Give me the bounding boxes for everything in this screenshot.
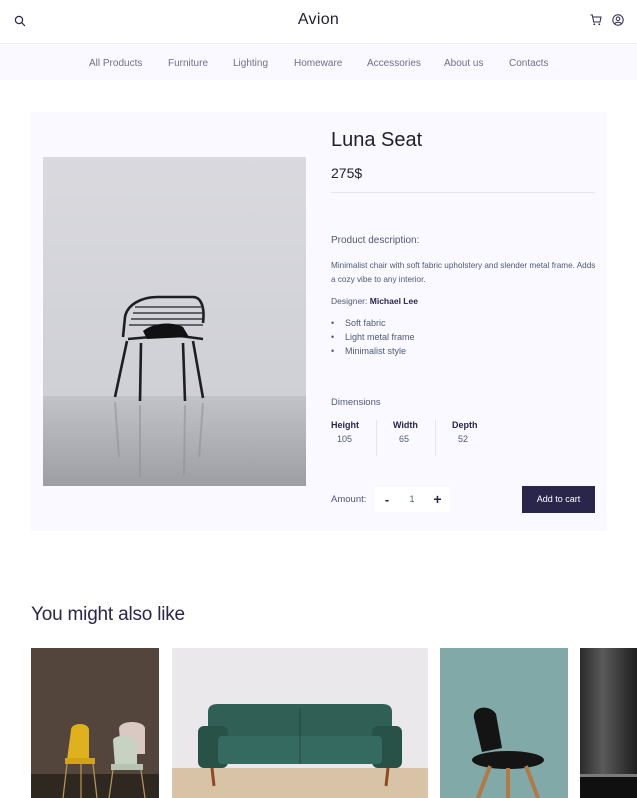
nav-item-furniture[interactable]: Furniture [168, 58, 208, 69]
feature-item: Minimalist style [331, 346, 415, 360]
designer-label: Designer: [331, 296, 368, 306]
related-item-black-chair[interactable] [440, 648, 568, 798]
product-title: Luna Seat [331, 129, 423, 151]
divider [331, 192, 595, 193]
nav-item-homeware[interactable]: Homeware [294, 58, 342, 69]
designer-name: Michael Lee [369, 296, 418, 306]
related-heading: You might also like [31, 604, 185, 625]
dimension-label: Depth [452, 420, 478, 430]
add-to-cart-button[interactable]: Add to cart [522, 486, 595, 513]
nav-item-about-us[interactable]: About us [444, 58, 483, 69]
category-nav: All Products Furniture Lighting Homeware… [0, 45, 637, 80]
description-heading: Product description: [331, 235, 420, 246]
dimension-separator [376, 420, 377, 456]
related-item-dark-interior[interactable] [580, 648, 637, 798]
dimension-depth: Depth 52 [452, 420, 496, 444]
dimension-value: 105 [337, 434, 353, 444]
cart-icon[interactable] [590, 14, 602, 26]
top-bar: Avion [0, 0, 637, 44]
dimension-width: Width 65 [393, 420, 437, 444]
dimension-value: 65 [399, 434, 410, 444]
related-item-green-sofa[interactable] [172, 648, 428, 798]
dimension-label: Width [393, 420, 418, 430]
dimension-value: 52 [458, 434, 469, 444]
nav-item-all-products[interactable]: All Products [89, 58, 142, 69]
related-item-yellow-chairs[interactable] [31, 648, 159, 798]
brand-logo[interactable]: Avion [0, 11, 637, 29]
nav-item-accessories[interactable]: Accessories [367, 58, 421, 69]
nav-item-contacts[interactable]: Contacts [509, 58, 548, 69]
quantity-value[interactable]: 1 [401, 487, 423, 512]
quantity-stepper: - 1 + [375, 487, 450, 512]
decrease-quantity-button[interactable]: - [375, 487, 399, 512]
dimension-label: Height [331, 420, 359, 430]
increase-quantity-button[interactable]: + [425, 487, 450, 512]
dimensions-heading: Dimensions [331, 397, 381, 408]
product-description: Minimalist chair with soft fabric uphols… [331, 261, 596, 284]
product-image [43, 157, 306, 486]
amount-label: Amount: [331, 494, 367, 505]
feature-item: Soft fabric [331, 318, 415, 332]
designer-line: Designer: Michael Lee [331, 296, 418, 306]
dimension-separator [435, 420, 436, 456]
dimension-height: Height 105 [331, 420, 375, 444]
feature-item: Light metal frame [331, 332, 415, 346]
nav-item-lighting[interactable]: Lighting [233, 58, 268, 69]
feature-list: Soft fabric Light metal frame Minimalist… [331, 318, 415, 360]
user-icon[interactable] [612, 14, 624, 26]
product-price: 275$ [331, 165, 363, 181]
